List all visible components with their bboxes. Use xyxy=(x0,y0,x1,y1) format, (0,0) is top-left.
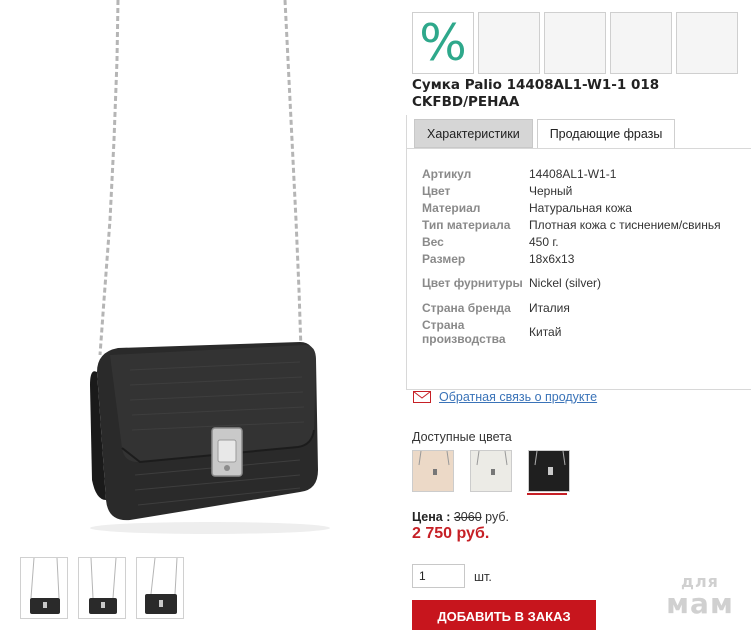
thumbnail-2[interactable] xyxy=(78,557,126,619)
tab-divider xyxy=(407,148,751,149)
spec-key: Цвет фурнитуры xyxy=(422,276,523,290)
spec-value: 450 г. xyxy=(529,234,559,249)
spec-table: Артикул 14408AL1-W1-1 Цвет Черный Матери… xyxy=(422,165,721,348)
spec-value: Nickel (silver) xyxy=(529,276,601,290)
spec-value: Черный xyxy=(529,183,573,198)
watermark-logo: для мам xyxy=(660,574,740,618)
color-swatch-black[interactable] xyxy=(528,450,570,492)
old-price: 3060 xyxy=(453,510,482,524)
thumbnail-3[interactable] xyxy=(136,557,184,619)
image-gallery: % xyxy=(412,12,738,74)
specs-panel: Характеристики Продающие фразы Артикул 1… xyxy=(406,115,751,390)
feedback-row: Обратная связь о продукте xyxy=(413,390,597,404)
spec-key: Размер xyxy=(422,251,466,266)
gallery-slot-1[interactable] xyxy=(478,12,540,74)
quantity-unit: шт. xyxy=(474,570,492,584)
spec-key: Артикул xyxy=(422,166,472,181)
tab-characteristics[interactable]: Характеристики xyxy=(414,119,533,148)
gallery-slot-3[interactable] xyxy=(610,12,672,74)
selected-color-indicator xyxy=(527,493,567,495)
sale-badge: % xyxy=(412,12,474,74)
tab-bar: Характеристики Продающие фразы xyxy=(414,119,679,148)
spec-key: Вес xyxy=(422,234,444,249)
gallery-slot-2[interactable] xyxy=(544,12,606,74)
spec-value: 14408AL1-W1-1 xyxy=(529,166,617,181)
spec-value: Китай xyxy=(529,325,562,339)
spec-value: Натуральная кожа xyxy=(529,200,632,215)
spec-row: Артикул 14408AL1-W1-1 xyxy=(422,165,721,182)
current-price: 2 750 руб. xyxy=(412,525,490,542)
spec-key: Тип материала xyxy=(422,217,511,232)
feedback-link[interactable]: Обратная связь о продукте xyxy=(439,390,597,404)
spec-value: Италия xyxy=(529,300,570,315)
quantity-input[interactable] xyxy=(412,564,465,588)
colors-label: Доступные цвета xyxy=(412,430,512,444)
gallery-slot-4[interactable] xyxy=(676,12,738,74)
product-title: Сумка Palio 14408AL1-W1-1 018 CKFBD/PEHA… xyxy=(412,77,660,110)
spec-row: Цвет фурнитуры Nickel (silver) xyxy=(422,267,721,299)
bag-photo xyxy=(90,0,330,534)
color-swatch-beige[interactable] xyxy=(412,450,454,492)
spec-row: Страна производства Китай xyxy=(422,316,721,348)
spec-row: Вес 450 г. xyxy=(422,233,721,250)
color-swatch-white[interactable] xyxy=(470,450,512,492)
add-to-order-button[interactable]: ДОБАВИТЬ В ЗАКАЗ xyxy=(412,600,596,630)
spec-row: Цвет Черный xyxy=(422,182,721,199)
envelope-icon xyxy=(413,391,431,403)
spec-value: Плотная кожа с тиснением/свинья xyxy=(529,217,721,232)
spec-row: Тип материала Плотная кожа с тиснением/с… xyxy=(422,216,721,233)
spec-row: Размер 18x6x13 xyxy=(422,250,721,267)
spec-value: 18x6x13 xyxy=(529,251,575,266)
spec-key: Страна бренда xyxy=(422,300,511,315)
spec-key: Цвет xyxy=(422,183,451,198)
spec-row: Материал Натуральная кожа xyxy=(422,199,721,216)
main-product-image[interactable] xyxy=(0,0,400,540)
price-row: Цена : 3060 руб. xyxy=(412,510,509,524)
tab-selling-phrases[interactable]: Продающие фразы xyxy=(536,119,676,148)
thumbnail-strip xyxy=(20,557,184,619)
spec-key: Страна производства xyxy=(422,318,506,346)
watermark-line-2: мам xyxy=(666,587,734,620)
percent-icon: % xyxy=(419,14,467,72)
spec-row: Страна бренда Италия xyxy=(422,299,721,316)
color-swatches xyxy=(412,450,570,492)
price-label: Цена : xyxy=(412,510,451,524)
old-price-currency: руб. xyxy=(485,510,509,524)
thumbnail-1[interactable] xyxy=(20,557,68,619)
spec-key: Материал xyxy=(422,200,481,215)
